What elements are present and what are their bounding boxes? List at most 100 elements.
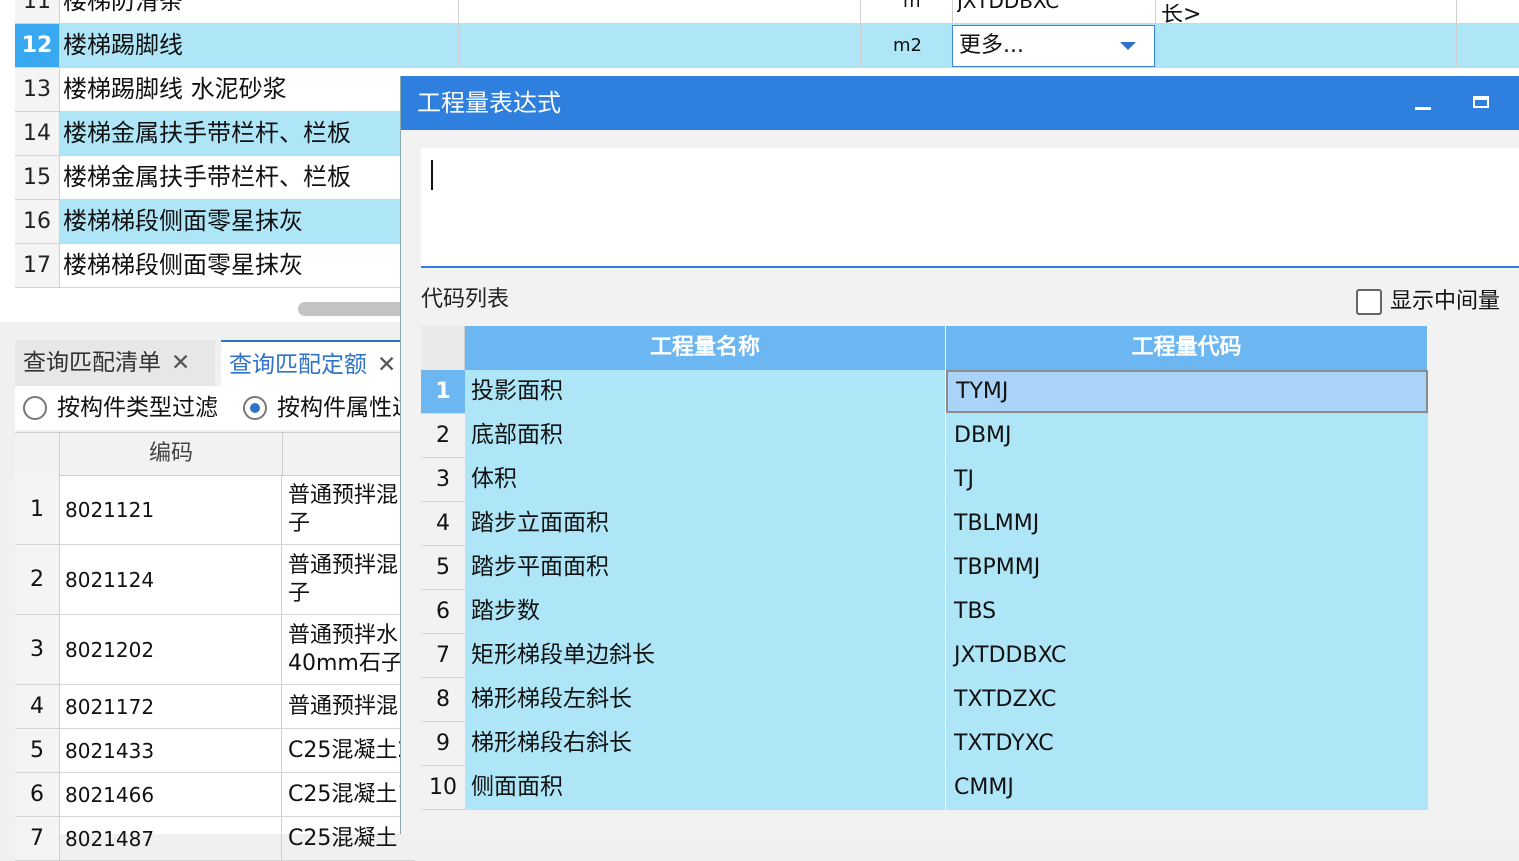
tab-query-bill[interactable]: 查询匹配清单 ✕ — [15, 340, 215, 386]
row-number: 6 — [421, 590, 466, 633]
expression-input[interactable] — [421, 148, 1519, 268]
quantity-code[interactable]: TXTDYXC — [946, 722, 1428, 765]
code-row[interactable]: 10 侧面面积 CMMJ — [421, 766, 1429, 810]
table-row-selected[interactable]: 12 楼梯踢脚线 m2 更多... — [15, 24, 1519, 68]
code-row[interactable]: 1 投影面积 TYMJ — [421, 370, 1429, 414]
quantity-code[interactable]: TBS — [946, 590, 1428, 633]
code-row[interactable]: 6 踏步数 TBS — [421, 590, 1429, 634]
row-name: 楼梯踢脚线 水泥砂浆 — [63, 75, 287, 103]
table-row[interactable]: 3 8021202 普通预拌水 40mm石子 — [15, 615, 415, 685]
quantity-name: 投影面积 — [465, 370, 946, 413]
filter-bar: 按构件类型过滤 按构件属性过滤 — [15, 386, 438, 430]
grid-header: 编码 — [15, 433, 415, 476]
show-intermediate-label: 显示中间量 — [1390, 289, 1501, 314]
radio-type-filter[interactable] — [23, 396, 47, 420]
quantity-name: 矩形梯段单边斜长 — [465, 634, 946, 677]
row-code: 8021121 — [65, 497, 155, 522]
quantity-code[interactable]: CMMJ — [946, 766, 1428, 809]
row-number: 15 — [15, 156, 60, 199]
radio-type-filter-label: 按构件类型过滤 — [57, 395, 218, 421]
close-icon[interactable]: ✕ — [171, 350, 190, 376]
row-number: 1 — [421, 370, 466, 413]
column-header-name[interactable]: 工程量名称 — [465, 326, 946, 370]
row-code: 8021172 — [65, 694, 155, 719]
row-number: 13 — [15, 68, 60, 111]
code-row[interactable]: 3 体积 TJ — [421, 458, 1429, 502]
quantity-code[interactable]: TBPMMJ — [946, 546, 1428, 589]
table-row[interactable]: 4 8021172 普通预拌混 — [15, 685, 415, 729]
row-number: 1 — [15, 475, 60, 544]
row-number: 7 — [15, 817, 60, 860]
row-name: 楼梯金属扶手带栏杆、栏板 — [63, 119, 351, 147]
row-description: 普通预拌混 子 — [281, 545, 415, 614]
code-row[interactable]: 2 底部面积 DBMJ — [421, 414, 1429, 458]
text-caret — [431, 160, 433, 190]
table-row[interactable]: 2 8021124 普通预拌混 子 — [15, 545, 415, 615]
quantity-code[interactable]: DBMJ — [946, 414, 1428, 457]
tab-query-quota[interactable]: 查询匹配定额 ✕ — [221, 340, 421, 386]
query-tabs: 查询匹配清单 ✕ 查询匹配定额 ✕ — [15, 340, 421, 386]
quantity-code[interactable]: JXTDDBXC — [946, 634, 1428, 677]
quantity-name: 梯形梯段右斜长 — [465, 722, 946, 765]
quantity-dropdown[interactable]: 更多... — [952, 25, 1155, 67]
row-name: 楼梯梯段侧面零星抹灰 — [63, 251, 303, 279]
quantity-name: 踏步平面面积 — [465, 546, 946, 589]
row-expression: 长> — [1161, 4, 1202, 26]
row-name: 楼梯梯段侧面零星抹灰 — [63, 207, 303, 235]
tab-label: 查询匹配定额 — [229, 352, 367, 378]
quantity-name: 踏步立面面积 — [465, 502, 946, 545]
row-name: 楼梯金属扶手带栏杆、栏板 — [63, 163, 351, 191]
table-row[interactable]: 5 8021433 C25混凝土2 — [15, 729, 415, 773]
minimize-icon[interactable] — [1415, 107, 1431, 110]
dialog-titlebar[interactable]: 工程量表达式 — [401, 76, 1519, 130]
row-description: C25混凝土2 — [281, 729, 415, 772]
row-number: 2 — [421, 414, 466, 457]
code-list-table: 工程量名称 工程量代码 1 投影面积 TYMJ 2 底部面积 DBMJ 3 体积… — [421, 326, 1429, 810]
row-number: 17 — [15, 244, 60, 287]
code-row[interactable]: 7 矩形梯段单边斜长 JXTDDBXC — [421, 634, 1429, 678]
quantity-code[interactable]: TXTDZXC — [946, 678, 1428, 721]
row-number: 5 — [421, 546, 466, 589]
horizontal-scrollbar[interactable] — [298, 302, 408, 316]
dropdown-value: 更多... — [959, 33, 1024, 58]
row-number: 4 — [15, 685, 60, 728]
table-row[interactable]: 6 8021466 C25混凝土1 — [15, 773, 415, 817]
code-row[interactable]: 4 踏步立面面积 TBLMMJ — [421, 502, 1429, 546]
dialog-title: 工程量表达式 — [417, 89, 561, 117]
column-header-code[interactable]: 工程量代码 — [946, 326, 1428, 370]
code-row[interactable]: 9 梯形梯段右斜长 TXTDYXC — [421, 722, 1429, 766]
row-number: 11 — [15, 0, 60, 23]
radio-attr-filter[interactable] — [243, 396, 267, 420]
row-number: 6 — [15, 773, 60, 816]
code-row[interactable]: 8 梯形梯段左斜长 TXTDZXC — [421, 678, 1429, 722]
code-row[interactable]: 5 踏步平面面积 TBPMMJ — [421, 546, 1429, 590]
row-number: 8 — [421, 678, 466, 721]
table-row[interactable]: 1 8021121 普通预拌混 子 — [15, 475, 415, 545]
row-description: C25混凝土 — [281, 817, 415, 860]
table-corner — [421, 326, 465, 370]
code-list-label: 代码列表 — [421, 287, 510, 312]
quantity-name: 踏步数 — [465, 590, 946, 633]
table-row[interactable]: 11 楼梯防滑条 m JXTDDBXC 长> — [15, 0, 1519, 26]
row-code: JXTDDBXC — [957, 0, 1060, 12]
row-code: 8021124 — [65, 567, 155, 592]
quantity-code[interactable]: TYMJ — [946, 370, 1428, 413]
quantity-code[interactable]: TBLMMJ — [946, 502, 1428, 545]
chevron-down-icon[interactable] — [1120, 42, 1136, 50]
tab-label: 查询匹配清单 — [23, 350, 161, 376]
row-code: 8021433 — [65, 738, 155, 763]
close-icon[interactable]: ✕ — [377, 352, 396, 378]
table-row[interactable]: 7 8021487 C25混凝土 — [15, 817, 415, 861]
row-description: C25混凝土1 — [281, 773, 415, 816]
row-unit: m — [903, 0, 921, 12]
quantity-name: 侧面面积 — [465, 766, 946, 809]
quantity-name: 梯形梯段左斜长 — [465, 678, 946, 721]
row-number: 3 — [421, 458, 466, 501]
maximize-icon[interactable] — [1473, 96, 1489, 108]
quota-grid: 编码 1 8021121 普通预拌混 子 2 8021124 普通预拌混 子 3… — [15, 432, 415, 861]
row-number: 7 — [421, 634, 466, 677]
row-number: 5 — [15, 729, 60, 772]
row-number: 12 — [15, 24, 60, 67]
show-intermediate-checkbox[interactable] — [1356, 289, 1382, 315]
quantity-code[interactable]: TJ — [946, 458, 1428, 501]
